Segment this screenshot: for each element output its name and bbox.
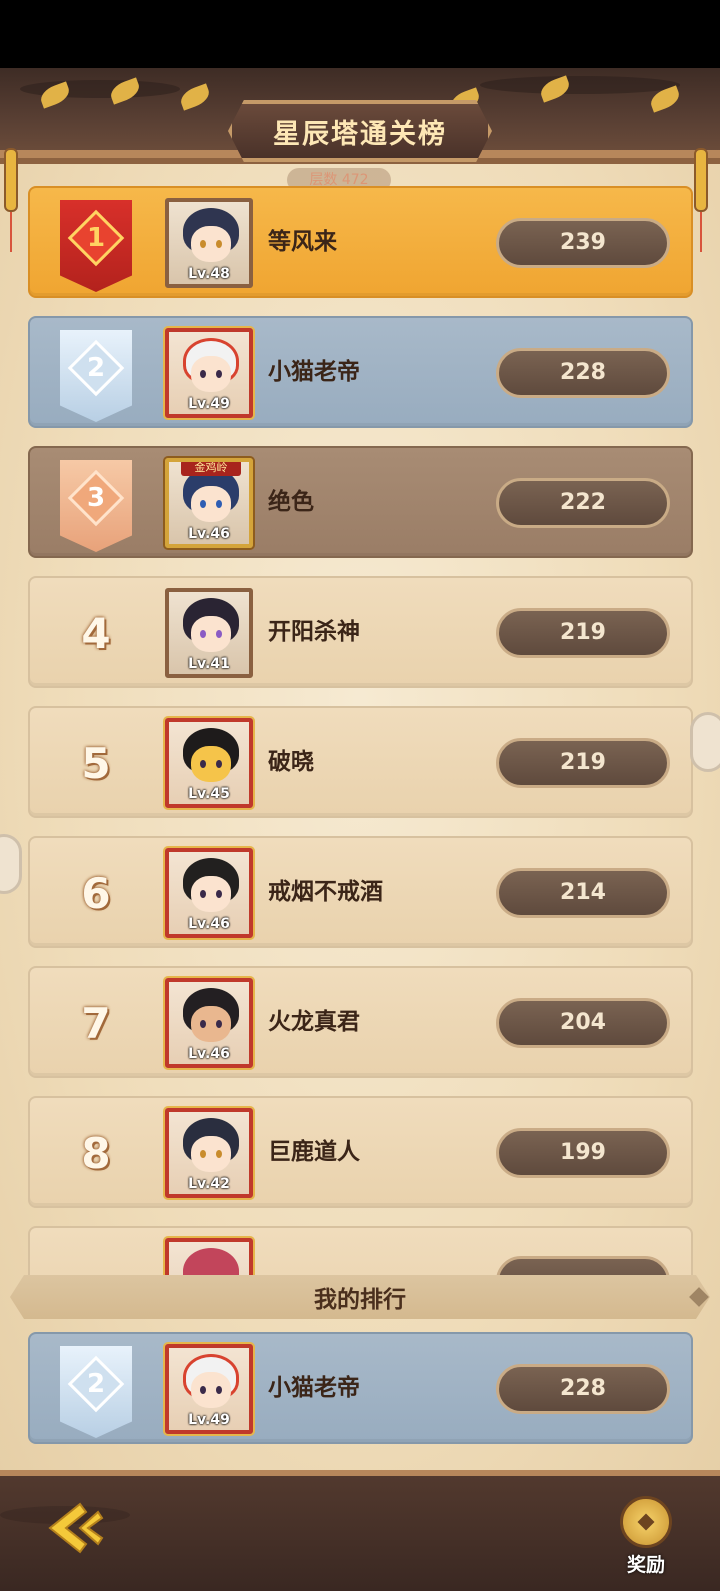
- player-name: 火龙真君: [268, 1009, 360, 1035]
- my-rank-row[interactable]: 2 Lv.49 小猫老帝 228: [28, 1332, 693, 1444]
- ranking-row-2[interactable]: 2 Lv.49 小猫老帝 228: [28, 316, 693, 428]
- avatar-face: [191, 226, 231, 262]
- score-badge: 239: [496, 218, 670, 268]
- ranking-row-6[interactable]: 6 Lv.46 戒烟不戒酒 214: [28, 836, 693, 948]
- score-badge: [496, 1256, 670, 1276]
- player-level: Lv.46: [188, 526, 230, 542]
- ranking-row-9[interactable]: [28, 1226, 693, 1276]
- avatar[interactable]: Lv.49: [165, 1344, 253, 1434]
- player-level: Lv.48: [188, 266, 230, 282]
- cloud-decoration: [480, 76, 680, 94]
- avatar[interactable]: Lv.46: [165, 848, 253, 938]
- ginkgo-leaf-decoration: [177, 83, 213, 111]
- player-name: 等风来: [268, 229, 337, 255]
- rank-banner-1: 1: [60, 200, 132, 292]
- my-rank-title: 我的排行: [314, 1287, 406, 1313]
- rank-number: 4: [81, 609, 111, 658]
- rank-banner-2: 2: [60, 330, 132, 422]
- rank-number: 2: [86, 353, 106, 383]
- rank-banner-3: 3: [60, 460, 132, 552]
- side-scroll-handle[interactable]: [690, 712, 720, 772]
- score-badge: 214: [496, 868, 670, 918]
- back-button[interactable]: [40, 1498, 104, 1558]
- back-arrow-icon: [48, 1502, 104, 1554]
- player-name: 戒烟不戒酒: [268, 879, 383, 905]
- score-badge: 219: [496, 738, 670, 788]
- avatar-face: [191, 486, 231, 522]
- avatar-face: [191, 1136, 231, 1172]
- rank-banner-2: 2: [60, 1346, 132, 1438]
- player-level: Lv.41: [188, 656, 230, 672]
- ranking-row-3[interactable]: 3 金鸡岭 Lv.46 绝色 222: [28, 446, 693, 558]
- reward-button[interactable]: 奖励: [606, 1488, 686, 1584]
- rank-number: 6: [81, 869, 111, 918]
- avatar[interactable]: Lv.46: [165, 978, 253, 1068]
- score-badge: 219: [496, 608, 670, 658]
- player-name: 开阳杀神: [268, 619, 360, 645]
- score-badge: 199: [496, 1128, 670, 1178]
- ranking-row-8[interactable]: 8 Lv.42 巨鹿道人 199: [28, 1096, 693, 1208]
- score-badge: 204: [496, 998, 670, 1048]
- ranking-row-1[interactable]: 1 Lv.48 等风来 239: [28, 186, 693, 298]
- side-scroll-handle[interactable]: [0, 834, 22, 894]
- rank-number: 8: [81, 1129, 111, 1178]
- player-level: Lv.46: [188, 1046, 230, 1062]
- avatar-face: [191, 356, 231, 392]
- status-bar: [0, 0, 720, 68]
- avatar-title-tag: 金鸡岭: [181, 462, 241, 476]
- rank-number: 7: [81, 999, 111, 1048]
- player-level: Lv.42: [188, 1176, 230, 1192]
- avatar-hair: [183, 1248, 239, 1276]
- player-level: Lv.46: [188, 916, 230, 932]
- player-name: 小猫老帝: [268, 359, 360, 385]
- rank-number: 2: [86, 1369, 106, 1399]
- avatar[interactable]: Lv.41: [165, 588, 253, 678]
- coin-icon: [620, 1496, 672, 1548]
- score-badge: 228: [496, 348, 670, 398]
- player-name: 绝色: [268, 489, 314, 515]
- avatar[interactable]: 金鸡岭 Lv.46: [165, 458, 253, 548]
- page-title: 星辰塔通关榜: [273, 118, 447, 150]
- title-plaque: 星辰塔通关榜: [228, 100, 492, 162]
- player-name: 小猫老帝: [268, 1375, 360, 1401]
- avatar-mask: [191, 746, 231, 782]
- player-level: Lv.49: [188, 396, 230, 412]
- player-level: Lv.45: [188, 786, 230, 802]
- rank-number: 3: [86, 483, 106, 513]
- avatar[interactable]: Lv.48: [165, 198, 253, 288]
- ranking-row-5[interactable]: 5 Lv.45 破晓 219: [28, 706, 693, 818]
- avatar-face: [191, 1372, 231, 1408]
- player-name: 破晓: [268, 749, 314, 775]
- avatar[interactable]: Lv.42: [165, 1108, 253, 1198]
- my-rank-header: 我的排行: [10, 1275, 710, 1319]
- score-badge: 228: [496, 1364, 670, 1414]
- avatar-face: [191, 616, 231, 652]
- avatar-face: [191, 1006, 231, 1042]
- avatar-face: [191, 876, 231, 912]
- player-level: Lv.49: [188, 1412, 230, 1428]
- ranking-row-7[interactable]: 7 Lv.46 火龙真君 204: [28, 966, 693, 1078]
- rank-number: 1: [86, 223, 106, 253]
- avatar[interactable]: Lv.49: [165, 328, 253, 418]
- reward-label: 奖励: [626, 1554, 665, 1576]
- rank-number: 5: [81, 739, 111, 788]
- score-badge: 222: [496, 478, 670, 528]
- ranking-row-4[interactable]: 4 Lv.41 开阳杀神 219: [28, 576, 693, 688]
- ranking-list[interactable]: 1 Lv.48 等风来 239 2 Lv.49 小猫老帝 228 3 金鸡岭 L…: [0, 186, 720, 1276]
- avatar[interactable]: Lv.45: [165, 718, 253, 808]
- avatar[interactable]: [165, 1238, 253, 1276]
- player-name: 巨鹿道人: [268, 1139, 360, 1165]
